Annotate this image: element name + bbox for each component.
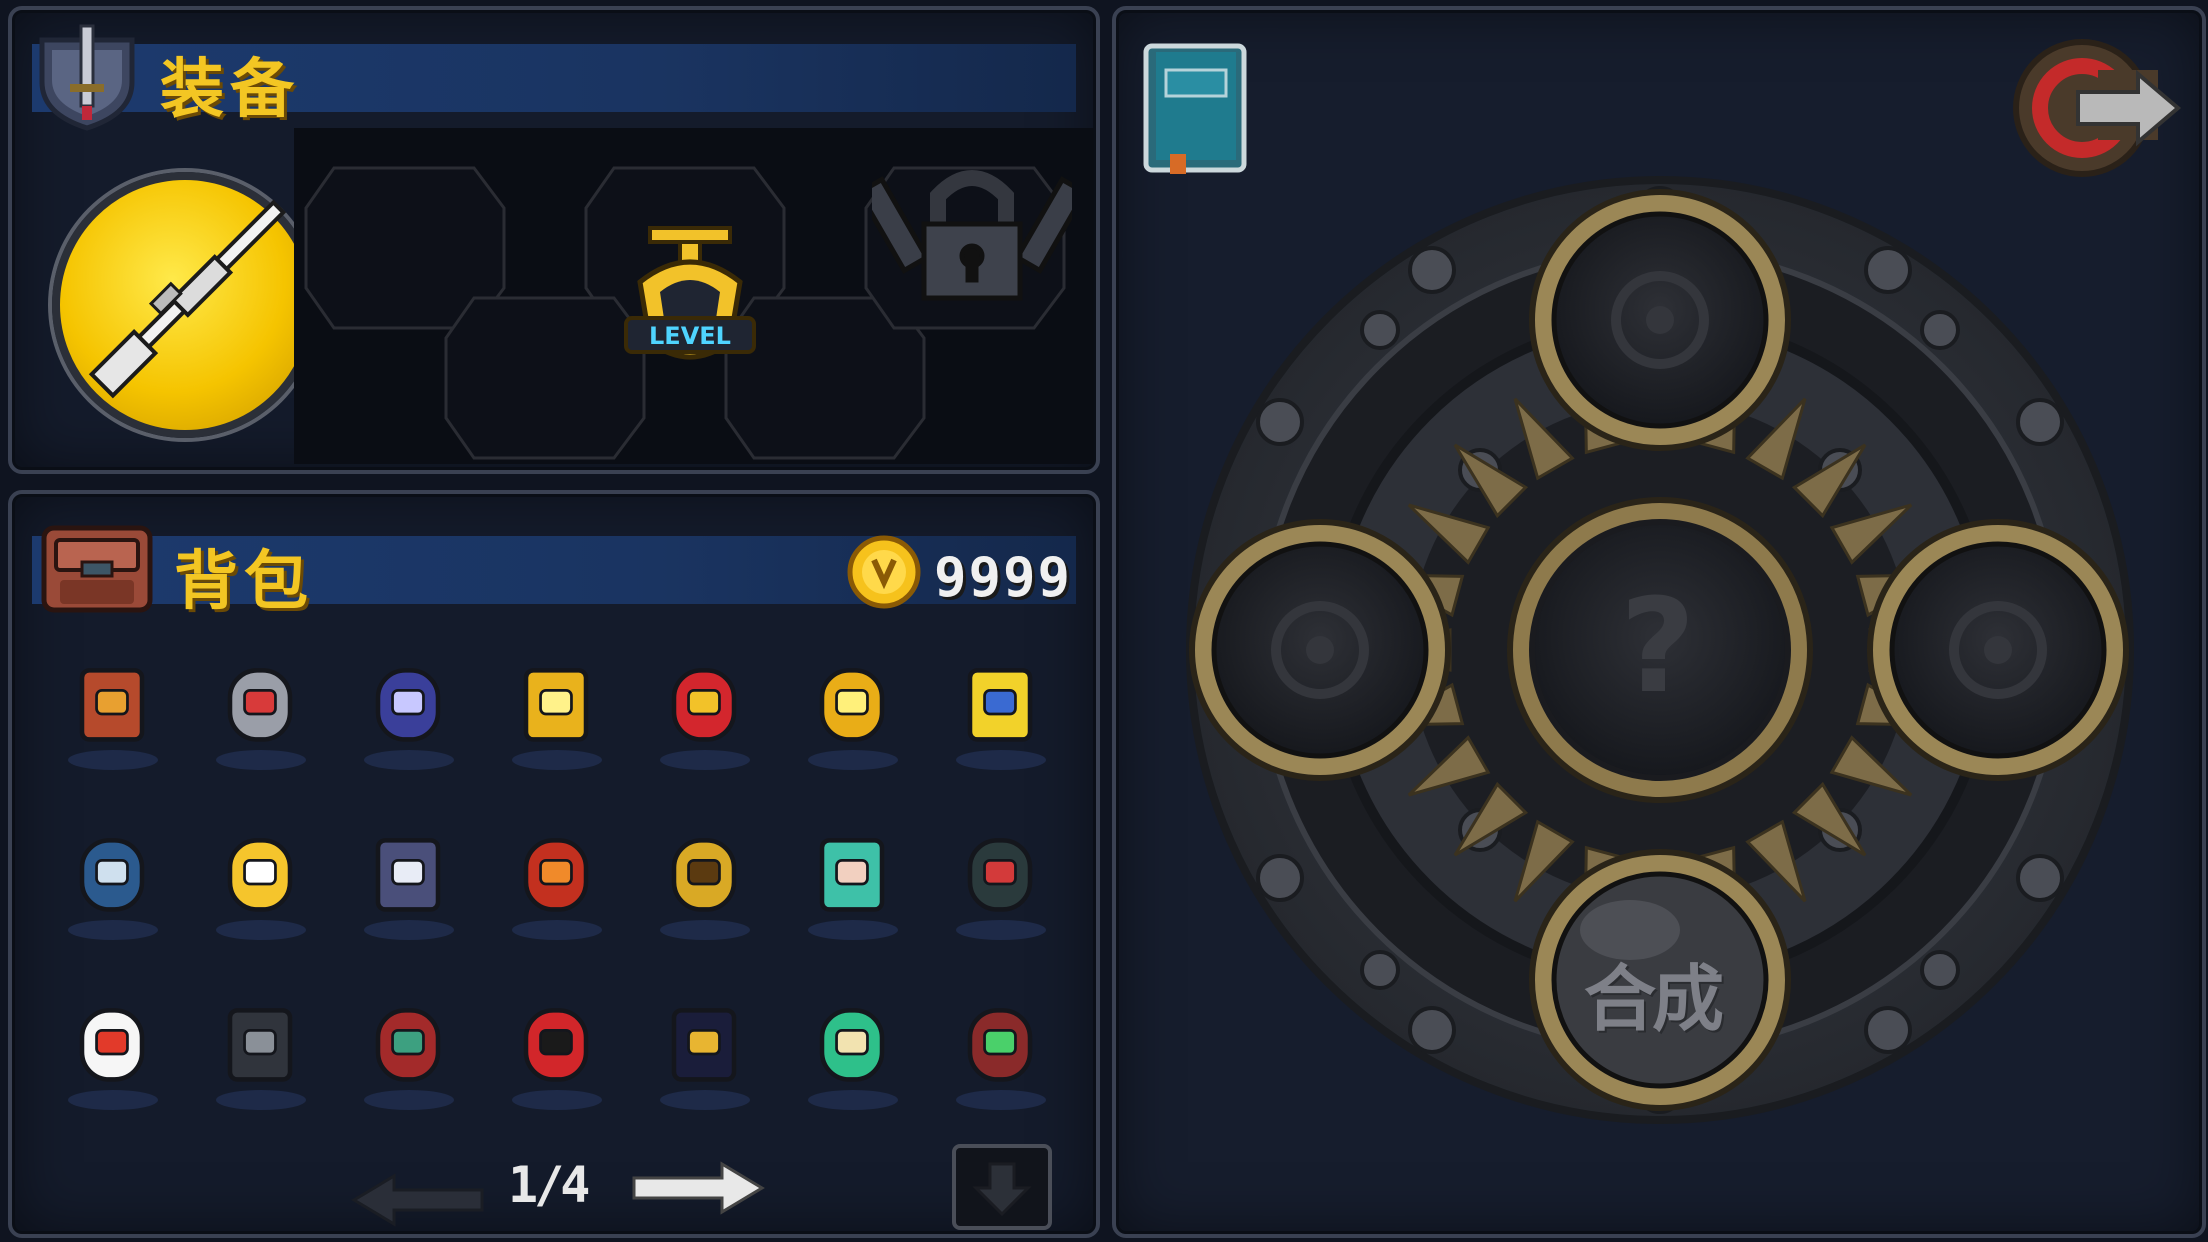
backpack-item-grid xyxy=(52,644,1092,1154)
equipment-title: 装备 xyxy=(160,53,300,127)
lucky-cat-item[interactable] xyxy=(52,984,172,1114)
backpack-icon xyxy=(41,525,153,613)
green-mushroom-item[interactable] xyxy=(792,984,912,1114)
golden-bell-icon xyxy=(819,668,885,742)
padlock-icon xyxy=(872,170,1072,301)
armor-vest-item[interactable] xyxy=(200,984,320,1114)
elf-head-item[interactable] xyxy=(792,814,912,944)
werewolf-head-icon xyxy=(967,1008,1033,1082)
green-mushroom-icon xyxy=(819,1008,885,1082)
werewolf-head-item[interactable] xyxy=(940,984,1060,1114)
coin-counter: 9999 xyxy=(844,535,1074,609)
rifle-icon xyxy=(88,199,287,399)
seahorse-item[interactable] xyxy=(644,644,764,774)
craft-button-label: 合成 xyxy=(1583,957,1724,1041)
exit-arrow-icon[interactable] xyxy=(2008,30,2184,186)
red-slot-machine-icon xyxy=(79,668,145,742)
seahorse-icon xyxy=(671,668,737,742)
red-slot-machine-item[interactable] xyxy=(52,644,172,774)
samurai-helmet-item[interactable] xyxy=(496,814,616,944)
horned-helmet-item[interactable] xyxy=(52,814,172,944)
skull-slot-machine-item[interactable] xyxy=(200,644,320,774)
ingredient-slot-left[interactable] xyxy=(1189,519,1451,781)
gold-ticket-item[interactable] xyxy=(940,644,1060,774)
horned-helmet-icon xyxy=(79,838,145,912)
prev-page-arrow-icon[interactable] xyxy=(348,1170,488,1230)
bomb-pendant-item[interactable] xyxy=(644,984,764,1114)
fairy-item[interactable] xyxy=(348,644,468,774)
skull-slot-machine-icon xyxy=(227,668,293,742)
drop-item-button[interactable] xyxy=(950,1142,1054,1232)
skull-head-item[interactable] xyxy=(940,814,1060,944)
lucky-cat-icon xyxy=(79,1008,145,1082)
equipment-panel: 装备 LEVEL xyxy=(8,6,1100,474)
pufferfish-icon xyxy=(375,838,441,912)
gold-coin-icon xyxy=(847,535,921,609)
pufferfish-item[interactable] xyxy=(348,814,468,944)
backpack-title: 背包 xyxy=(174,545,314,619)
equipped-weapon-slot[interactable] xyxy=(52,172,318,438)
gold-ticket-icon xyxy=(967,668,1033,742)
golden-glove-item[interactable] xyxy=(200,814,320,944)
bomb-pendant-icon xyxy=(671,1008,737,1082)
golden-glove-icon xyxy=(227,838,293,912)
shield-sword-icon xyxy=(39,24,135,131)
ingredient-slot-right[interactable] xyxy=(1867,519,2129,781)
recipe-book-icon[interactable] xyxy=(1142,42,1248,174)
skull-head-icon xyxy=(967,838,1033,912)
backpack-panel: 背包 9999 1/4 xyxy=(8,490,1100,1238)
samurai-helmet-icon xyxy=(523,838,589,912)
level-badge-text: LEVEL xyxy=(649,322,731,350)
feather-pot-item[interactable] xyxy=(348,984,468,1114)
golden-bell-item[interactable] xyxy=(792,644,912,774)
golden-piggy-bank-icon xyxy=(523,668,589,742)
dollar-trophy-icon xyxy=(671,838,737,912)
elf-head-icon xyxy=(819,838,885,912)
level-badge-icon[interactable]: LEVEL xyxy=(620,222,760,382)
ingredient-slot-top[interactable] xyxy=(1529,189,1791,451)
unknown-result-mark: ? xyxy=(1620,570,1696,722)
dollar-trophy-item[interactable] xyxy=(644,814,764,944)
fuel-can-item[interactable] xyxy=(496,984,616,1114)
next-page-arrow-icon[interactable] xyxy=(628,1158,768,1218)
armor-vest-icon xyxy=(227,1008,293,1082)
fuel-can-icon xyxy=(523,1008,589,1082)
golden-piggy-bank-item[interactable] xyxy=(496,644,616,774)
fairy-icon xyxy=(375,668,441,742)
page-indicator: 1/4 xyxy=(508,1156,590,1214)
coin-amount: 9999 xyxy=(934,546,1073,609)
hex-slot-3 xyxy=(444,296,646,460)
feather-pot-icon xyxy=(375,1008,441,1082)
